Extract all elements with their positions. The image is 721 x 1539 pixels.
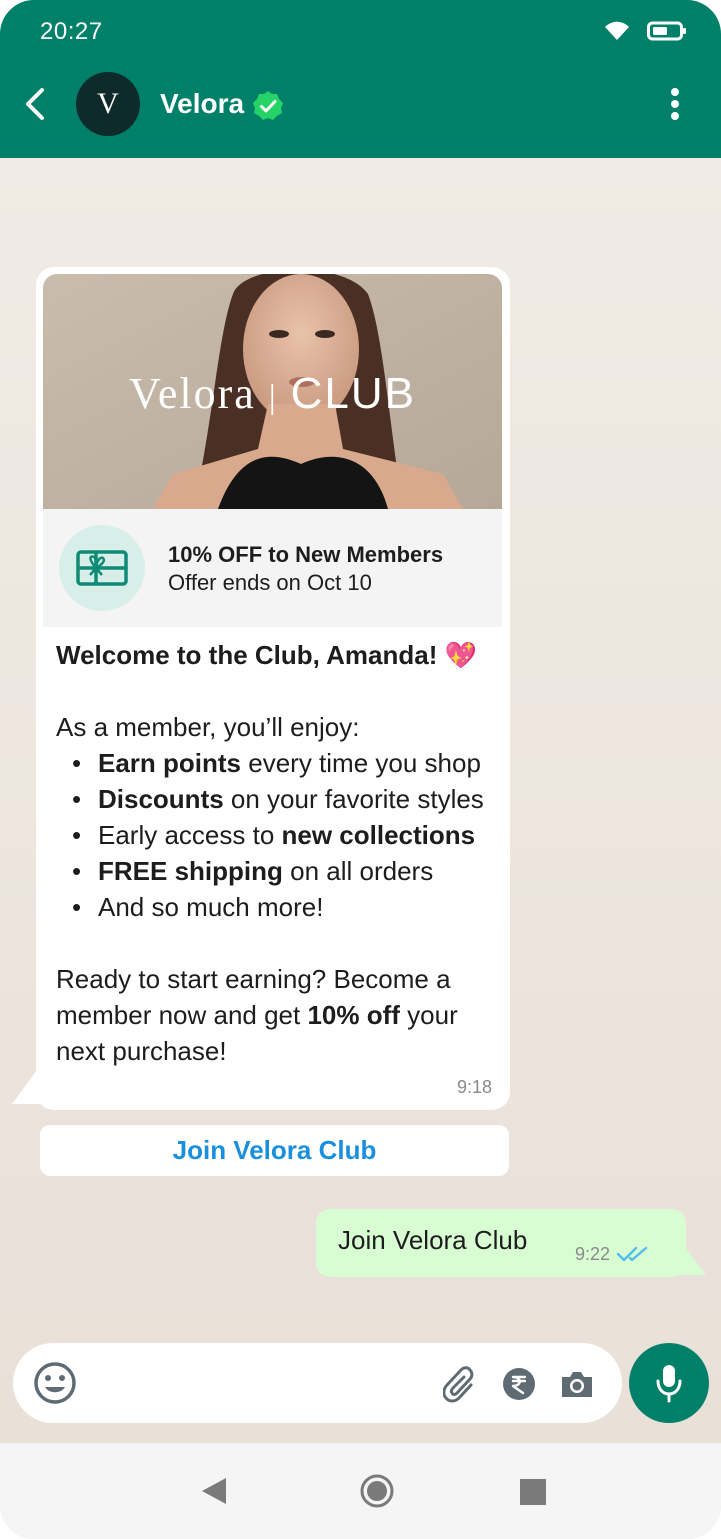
gift-card-icon bbox=[76, 550, 128, 586]
bullet-bold: Earn points bbox=[98, 748, 242, 778]
avatar[interactable]: V bbox=[76, 72, 140, 136]
bullet-dot-icon: • bbox=[72, 820, 82, 850]
incoming-message: Velora | CLUB 10% OFF to New Members Off… bbox=[36, 267, 510, 1110]
outgoing-timestamp: 9:22 bbox=[575, 1244, 611, 1264]
bullet-text: Early access to bbox=[98, 820, 282, 850]
back-arrow-icon[interactable] bbox=[22, 86, 50, 122]
nav-recents-icon[interactable] bbox=[520, 1479, 546, 1505]
offer-title: 10% OFF to New Members bbox=[168, 542, 444, 567]
hero-image[interactable]: Velora | CLUB bbox=[43, 274, 502, 509]
attach-icon[interactable] bbox=[443, 1365, 479, 1405]
phone-screen: 20:27 V Velora Velora | CLUB 10% OFF to … bbox=[0, 0, 721, 1539]
message-body: Welcome to the Club, Amanda! 💖 As a memb… bbox=[56, 637, 496, 1069]
list-item: • And so much more! bbox=[56, 889, 496, 925]
list-item: • Early access to new collections bbox=[56, 817, 496, 853]
microphone-icon bbox=[656, 1365, 682, 1403]
intro-line: As a member, you’ll enjoy: bbox=[56, 712, 360, 742]
bullet-bold: FREE shipping bbox=[98, 856, 283, 886]
closing-line-3: next purchase! bbox=[56, 1036, 227, 1066]
battery-icon bbox=[647, 21, 686, 41]
closing-line-1: Ready to start earning? Become a bbox=[56, 964, 451, 994]
more-options-icon[interactable] bbox=[664, 84, 686, 124]
hero-logo: Velora | CLUB bbox=[43, 368, 502, 419]
greeting: Welcome to the Club, Amanda! bbox=[56, 640, 438, 670]
chat-header: 20:27 V Velora bbox=[0, 0, 721, 158]
wifi-icon bbox=[605, 21, 629, 40]
message-input[interactable] bbox=[93, 1363, 427, 1405]
bullet-dot-icon: • bbox=[72, 784, 82, 814]
list-item: • FREE shipping on all orders bbox=[56, 853, 496, 889]
bullet-bold: Discounts bbox=[98, 784, 224, 814]
bullet-text: on your favorite styles bbox=[223, 784, 484, 814]
closing-line-2: member now and get 10% off your bbox=[56, 997, 496, 1033]
outgoing-message: Join Velora Club 9:22 bbox=[316, 1209, 686, 1277]
chat-area[interactable]: Velora | CLUB 10% OFF to New Members Off… bbox=[0, 158, 721, 1443]
offer-subtitle: Offer ends on Oct 10 bbox=[168, 570, 372, 595]
avatar-letter: V bbox=[97, 87, 119, 120]
gift-card-badge bbox=[59, 525, 145, 611]
incoming-bubble-tail bbox=[12, 1066, 40, 1104]
bullet-bold: new collections bbox=[281, 820, 476, 850]
bullet-text: And so much more! bbox=[98, 892, 324, 922]
bullet-text: on all orders bbox=[282, 856, 434, 886]
join-club-button[interactable]: Join Velora Club bbox=[40, 1125, 509, 1176]
message-input-bar[interactable] bbox=[13, 1343, 622, 1423]
closing-text: your bbox=[399, 1000, 458, 1030]
bullet-text: every time you shop bbox=[241, 748, 481, 778]
status-icons bbox=[603, 20, 687, 42]
greeting-line: Welcome to the Club, Amanda! 💖 bbox=[56, 637, 496, 673]
nav-home-icon[interactable] bbox=[360, 1474, 394, 1508]
incoming-timestamp: 9:18 bbox=[456, 1077, 492, 1097]
emoji-icon[interactable] bbox=[33, 1361, 77, 1405]
heart-emoji: 💖 bbox=[444, 640, 477, 670]
contact-name[interactable]: Velora bbox=[160, 88, 244, 120]
camera-icon[interactable] bbox=[559, 1368, 595, 1400]
rupee-payment-icon[interactable] bbox=[502, 1367, 536, 1401]
closing-bold: 10% off bbox=[307, 1000, 400, 1030]
outgoing-text: Join Velora Club bbox=[338, 1225, 528, 1255]
verified-badge-icon bbox=[253, 91, 283, 120]
read-receipt-icon bbox=[616, 1246, 648, 1262]
hero-club: CLUB bbox=[290, 369, 417, 418]
list-item: • Earn points every time you shop bbox=[56, 745, 496, 781]
status-time: 20:27 bbox=[40, 18, 103, 45]
hero-brand: Velora bbox=[128, 369, 256, 418]
offer-card[interactable]: 10% OFF to New Members Offer ends on Oct… bbox=[43, 509, 502, 627]
bullet-dot-icon: • bbox=[72, 748, 82, 778]
closing-text: member now and get bbox=[56, 1000, 308, 1030]
bullet-dot-icon: • bbox=[72, 856, 82, 886]
list-item: • Discounts on your favorite styles bbox=[56, 781, 496, 817]
system-nav-bar bbox=[0, 1443, 721, 1539]
hero-separator: | bbox=[268, 379, 278, 416]
mic-button[interactable] bbox=[629, 1343, 709, 1423]
bullet-dot-icon: • bbox=[72, 892, 82, 922]
outgoing-bubble-tail bbox=[676, 1235, 706, 1275]
nav-back-icon[interactable] bbox=[200, 1476, 228, 1506]
